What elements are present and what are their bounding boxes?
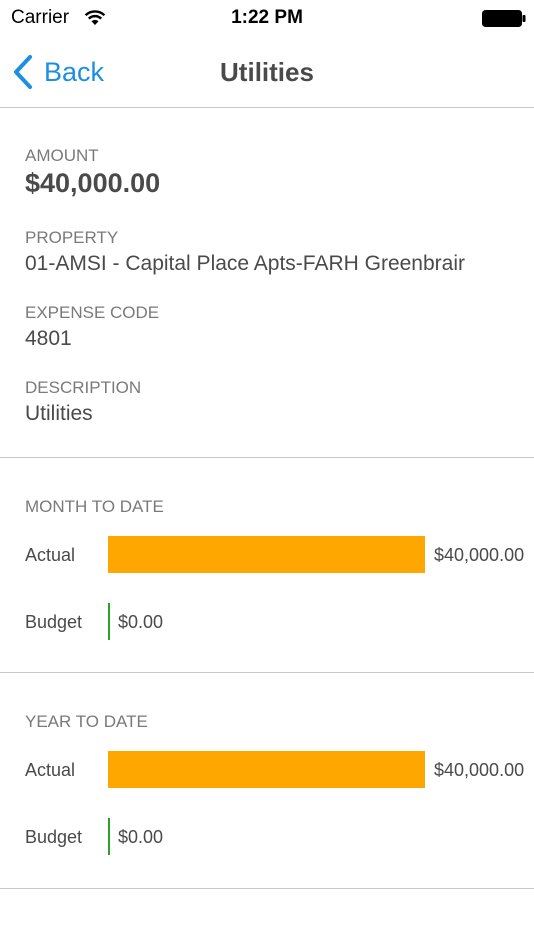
description-value: Utilities: [25, 402, 93, 425]
amount-value: $40,000.00: [25, 168, 161, 198]
details-section: AMOUNT $40,000.00 PROPERTY 01-AMSI - Cap…: [0, 108, 534, 458]
ytd-budget-bar: [108, 818, 110, 855]
mtd-actual-bar: [108, 536, 425, 573]
month-to-date-heading: MONTH TO DATE: [25, 497, 164, 516]
expense-code-value: 4801: [25, 327, 72, 350]
mtd-budget-value: $0.00: [118, 612, 164, 632]
ytd-actual-bar-track: [108, 751, 425, 788]
battery-icon: [482, 10, 526, 27]
mtd-actual-bar-track: [108, 536, 425, 573]
description-label: DESCRIPTION: [25, 378, 142, 397]
ytd-budget-value: $0.00: [118, 827, 164, 847]
expense-code-label: EXPENSE CODE: [25, 303, 160, 322]
ytd-actual-value: $40,000.00: [434, 760, 525, 780]
mtd-budget-bar: [108, 603, 110, 640]
mtd-actual-value: $40,000.00: [434, 545, 525, 565]
status-time: 1:22 PM: [231, 7, 303, 28]
mtd-budget-label: Budget: [25, 612, 83, 632]
amount-label: AMOUNT: [25, 146, 99, 165]
page-title: Utilities: [220, 57, 314, 87]
property-label: PROPERTY: [25, 228, 119, 247]
ytd-actual-label: Actual: [25, 760, 76, 780]
month-to-date-section: MONTH TO DATE Actual $40,000.00 Budget $…: [0, 458, 534, 673]
ytd-budget-label: Budget: [25, 827, 83, 847]
status-bar: Carrier 1:22 PM: [0, 0, 534, 38]
ytd-actual-bar: [108, 751, 425, 788]
mtd-actual-label: Actual: [25, 545, 76, 565]
navigation-bar: Back Utilities: [0, 38, 534, 108]
property-value: 01-AMSI - Capital Place Apts-FARH Greenb…: [25, 252, 465, 275]
year-to-date-section: YEAR TO DATE Actual $40,000.00 Budget $0…: [0, 673, 534, 889]
year-to-date-heading: YEAR TO DATE: [25, 712, 148, 731]
